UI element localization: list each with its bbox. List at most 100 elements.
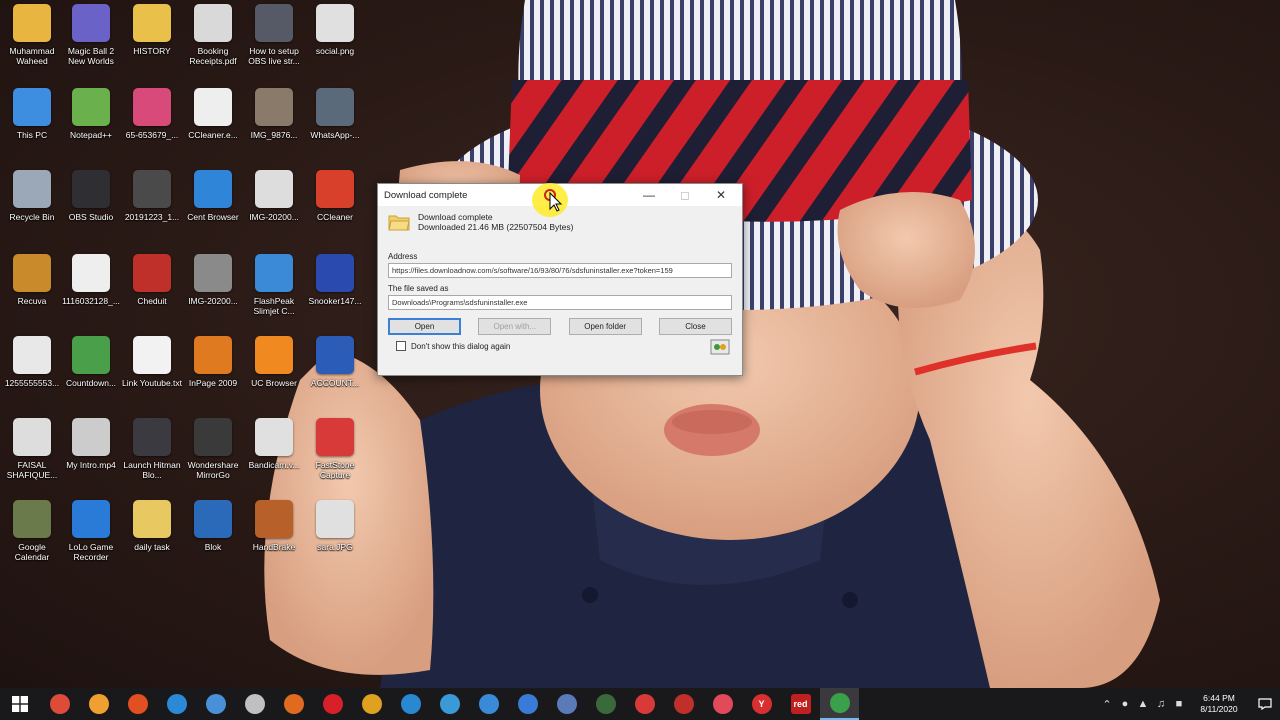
taskbar-app-edge[interactable] [157, 688, 196, 720]
desktop-icon[interactable]: IMG-20200... [181, 250, 245, 330]
desktop-icon[interactable]: 65-653679_... [120, 84, 184, 164]
desktop-icon-label: HISTORY [133, 46, 171, 56]
ie-icon [244, 694, 265, 714]
app2-icon [88, 694, 109, 714]
desktop-icon[interactable]: FastStone Capture [303, 414, 367, 494]
taskbar-app-ie[interactable] [235, 688, 274, 720]
desktop-icon[interactable]: OBS Studio [59, 166, 123, 246]
desktop-icon-image [13, 336, 51, 374]
desktop-icon[interactable]: daily task [120, 496, 184, 576]
microphone-icon[interactable]: ● [1116, 688, 1134, 720]
close-button[interactable]: Close [658, 318, 732, 335]
saved-as-field[interactable]: Downloads\Programs\sdsfuninstaller.exe [388, 295, 732, 310]
network-icon[interactable]: ▲ [1134, 688, 1152, 720]
taskbar-app-brave[interactable] [118, 688, 157, 720]
options-icon[interactable] [710, 339, 730, 355]
taskbar-app-slimjet[interactable] [469, 688, 508, 720]
taskbar-app-app2[interactable] [79, 688, 118, 720]
desktop-icon[interactable]: FlashPeak Slimjet C... [242, 250, 306, 330]
desktop-icon[interactable]: Booking Receipts.pdf [181, 0, 245, 80]
desktop-icon[interactable]: Muhammad Waheed [0, 0, 64, 80]
show-hidden-icons-icon[interactable]: ⌃ [1098, 688, 1116, 720]
taskbar-app-rockmelt[interactable] [664, 688, 703, 720]
desktop-icon[interactable]: Magic Ball 2 New Worlds [59, 0, 123, 80]
desktop-icon[interactable]: InPage 2009 [181, 332, 245, 412]
chromium-icon [205, 694, 226, 714]
desktop-icon-label: Countdown... [65, 378, 117, 388]
desktop-icon[interactable]: My Intro.mp4 [59, 414, 123, 494]
desktop-icon[interactable]: 1255555553... [0, 332, 64, 412]
dialog-title: Download complete [384, 189, 468, 201]
desktop-icon[interactable]: HISTORY [120, 0, 184, 80]
language-icon[interactable]: ■ [1170, 688, 1188, 720]
desktop-icon[interactable]: Link Youtube.txt [120, 332, 184, 412]
desktop-icon[interactable]: FAISAL SHAFIQUE... [0, 414, 64, 494]
close-window-button[interactable]: ✕ [704, 184, 738, 206]
desktop-icon[interactable]: 1116032128_... [59, 250, 123, 330]
desktop-icon[interactable]: sara.JPG [303, 496, 367, 576]
volume-icon[interactable]: ♫ [1152, 688, 1170, 720]
desktop-icon[interactable]: Recycle Bin [0, 166, 64, 246]
open-folder-button[interactable]: Open folder [568, 318, 642, 335]
taskbar-apps: Yred [40, 688, 859, 720]
taskbar-app-app[interactable] [547, 688, 586, 720]
desktop-icon[interactable]: Launch Hitman Blo... [120, 414, 184, 494]
desktop-icon[interactable]: WhatsApp-... [303, 84, 367, 164]
desktop-icon-label: Cent Browser [187, 212, 239, 222]
desktop-icon[interactable]: Bandicam.v... [242, 414, 306, 494]
desktop-icon[interactable]: CCleaner.e... [181, 84, 245, 164]
taskbar-app-chrome-beta[interactable] [508, 688, 547, 720]
desktop-icon[interactable]: Blok [181, 496, 245, 576]
taskbar-app-chrome-canary[interactable] [352, 688, 391, 720]
taskbar-app-firefox[interactable] [274, 688, 313, 720]
taskbar-app-opera-gx[interactable] [703, 688, 742, 720]
desktop-icon[interactable]: Recuva [0, 250, 64, 330]
desktop-icon[interactable]: social.png [303, 0, 367, 80]
open-button[interactable]: Open [388, 318, 461, 335]
desktop-icon[interactable]: IMG-20200... [242, 166, 306, 246]
desktop-icon[interactable]: Google Calendar [0, 496, 64, 576]
maximize-button[interactable]: ◻ [668, 184, 702, 206]
taskbar-app-chrome[interactable] [40, 688, 79, 720]
desktop-icon[interactable]: IMG_9876... [242, 84, 306, 164]
desktop-icon[interactable]: This PC [0, 84, 64, 164]
desktop-icon[interactable]: Notepad++ [59, 84, 123, 164]
desktop-icon[interactable]: 20191223_1... [120, 166, 184, 246]
taskbar-app-yandex[interactable]: Y [742, 688, 781, 720]
dont-show-checkbox[interactable] [396, 341, 406, 351]
desktop-icon-label: How to setup OBS live str... [248, 46, 300, 66]
desktop-icon[interactable]: Snooker147... [303, 250, 367, 330]
taskbar-app-browser[interactable] [430, 688, 469, 720]
desktop-icon[interactable]: CCleaner [303, 166, 367, 246]
desktop-icon[interactable]: How to setup OBS live str... [242, 0, 306, 80]
desktop-icon-image [133, 170, 171, 208]
desktop-icon[interactable]: Cent Browser [181, 166, 245, 246]
start-button[interactable] [0, 688, 40, 720]
desktop-icon-label: Notepad++ [69, 130, 113, 140]
taskbar-app-opera[interactable] [313, 688, 352, 720]
taskbar-app-chromium[interactable] [196, 688, 235, 720]
desktop-icon-image [72, 500, 110, 538]
desktop-icon[interactable]: Cheduit [120, 250, 184, 330]
clock[interactable]: 6:44 PM 8/11/2020 [1188, 693, 1250, 715]
taskbar-app-vivaldi[interactable] [625, 688, 664, 720]
desktop-icon[interactable]: UC Browser [242, 332, 306, 412]
taskbar-app-cent[interactable] [391, 688, 430, 720]
desktop-icon[interactable]: ACCOUNT... [303, 332, 367, 412]
taskbar-app-torch[interactable] [586, 688, 625, 720]
open-with-button[interactable]: Open with... [478, 318, 552, 335]
desktop-icon-image [72, 4, 110, 42]
dialog-titlebar[interactable]: Download complete — ◻ ✕ [378, 184, 742, 206]
taskbar-app-red[interactable]: red [781, 688, 820, 720]
desktop-icon[interactable]: Wondershare MirrorGo [181, 414, 245, 494]
desktop-icon[interactable]: Countdown... [59, 332, 123, 412]
desktop-icon[interactable]: LoLo Game Recorder [59, 496, 123, 576]
desktop-icon-image [13, 170, 51, 208]
desktop-icon-image [255, 4, 293, 42]
action-center-button[interactable] [1250, 688, 1280, 720]
desktop-icon-image [194, 336, 232, 374]
taskbar-app-internet-download[interactable] [820, 688, 859, 720]
address-field[interactable]: https://files.downloadnow.com/s/software… [388, 263, 732, 278]
minimize-button[interactable]: — [632, 184, 666, 206]
desktop-icon[interactable]: HandBrake [242, 496, 306, 576]
